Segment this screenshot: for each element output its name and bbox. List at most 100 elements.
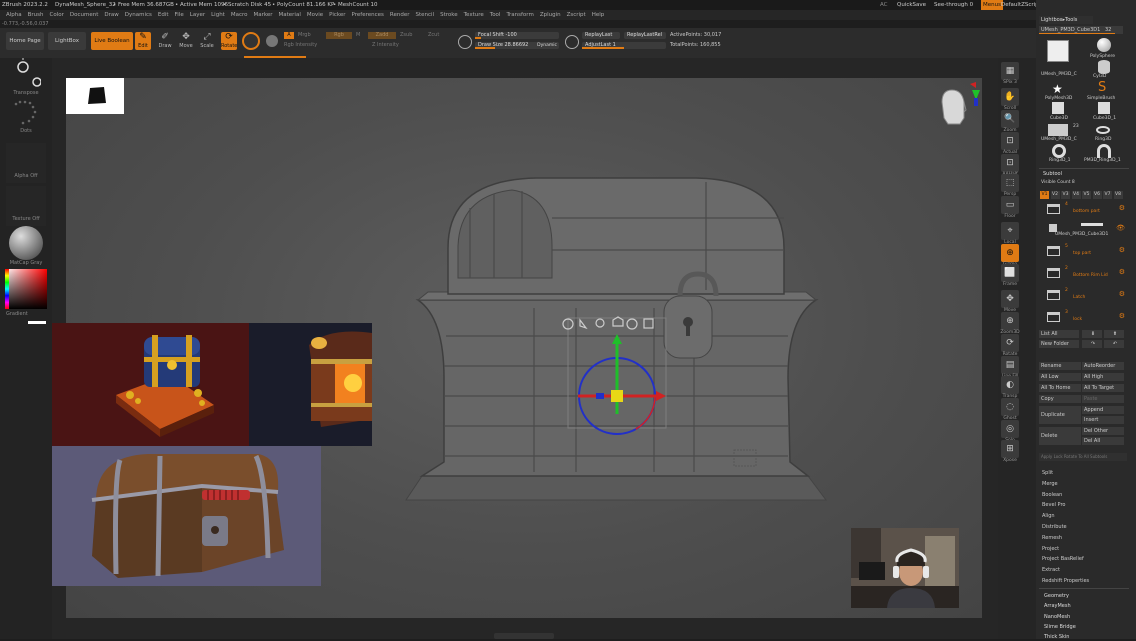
subtool-folder[interactable]: 3 lock ⚙ — [1043, 310, 1129, 326]
tool-thumb-umesh[interactable] — [1047, 40, 1069, 62]
spix-icon[interactable]: ▦ — [1001, 62, 1019, 80]
menu-item[interactable]: Layer — [190, 12, 205, 18]
del-other-button[interactable]: Del Other — [1082, 427, 1124, 435]
menu-item[interactable]: Texture — [464, 12, 484, 18]
subtool-tab[interactable]: V6 — [1092, 191, 1102, 199]
reference-image-1[interactable] — [52, 323, 249, 446]
scroll-icon[interactable]: ✋ — [1001, 88, 1019, 106]
subtool-folder[interactable]: 2 Latch ⚙ — [1043, 288, 1129, 304]
adjust-last-slider[interactable]: AdjustLast 1 — [582, 42, 666, 49]
menu-item[interactable]: Transform — [506, 12, 533, 18]
z-intensity-slider[interactable]: Z Intensity — [372, 41, 399, 49]
mrgb-toggle[interactable]: Mrgb — [298, 31, 311, 39]
duplicate-button[interactable]: Duplicate — [1039, 406, 1081, 424]
menu-item[interactable]: Document — [70, 12, 99, 18]
new-folder-button[interactable]: New Folder — [1039, 340, 1079, 348]
rgb-toggle[interactable]: Rgb — [326, 32, 352, 39]
current-tool-slider[interactable]: UMesh_PM3D_Cube3D1 32 — [1039, 26, 1123, 34]
subtool-menu-item[interactable]: Redshift Properties — [1042, 577, 1089, 585]
visible-count[interactable]: Visible Count 8 — [1041, 179, 1075, 187]
menu-item[interactable]: Draw — [104, 12, 118, 18]
aahalf-icon[interactable]: ⊡ — [1001, 154, 1019, 172]
zoom-icon[interactable]: 🔍 — [1001, 110, 1019, 128]
folder-settings-icon[interactable]: ⚙ — [1119, 204, 1125, 212]
subtool-tab[interactable]: V1 — [1040, 191, 1049, 199]
linefill-icon[interactable]: ▤ — [1001, 356, 1019, 374]
menu-item[interactable]: Help — [592, 12, 605, 18]
menu-item[interactable]: Light — [211, 12, 225, 18]
menu-item[interactable]: Brush — [28, 12, 44, 18]
menu-item[interactable]: Macro — [231, 12, 248, 18]
del-all-button[interactable]: Del All — [1082, 437, 1124, 445]
move-down-icon[interactable]: ↷ — [1082, 340, 1102, 348]
all-to-home-button[interactable]: All To Home — [1039, 384, 1081, 392]
frame-icon[interactable]: ⬜ — [1001, 264, 1019, 282]
menu-item[interactable]: Edit — [158, 12, 169, 18]
subtool-title[interactable]: Subtool — [1043, 170, 1062, 178]
subtool-menu-item[interactable]: Remesh — [1042, 534, 1062, 542]
menu-item[interactable]: Render — [390, 12, 410, 18]
rotate-button[interactable]: ⟳ Rotate — [221, 32, 237, 50]
cube3d-1-icon[interactable] — [1098, 102, 1110, 114]
transpose-button[interactable]: Transpose — [6, 58, 46, 96]
menu-item[interactable]: Color — [50, 12, 64, 18]
gradient-swatch[interactable] — [28, 321, 46, 324]
move-button[interactable]: ✥ Move — [178, 32, 194, 50]
subtool-menu-item[interactable]: Distribute — [1042, 523, 1067, 531]
geometry-menu-item[interactable]: ArrayMesh — [1044, 602, 1071, 610]
color-picker[interactable] — [5, 269, 47, 309]
move-up-icon[interactable]: ↶ — [1104, 340, 1124, 348]
apply-lock-rotate-button[interactable]: Apply Lock Rotate To All Subtools — [1039, 453, 1127, 461]
reference-image-2[interactable] — [249, 323, 372, 446]
folder-settings-icon[interactable]: ⚙ — [1119, 268, 1125, 276]
local-icon[interactable]: ⌖ — [1001, 222, 1019, 240]
menu-item[interactable]: Stencil — [415, 12, 434, 18]
subtool-menu-item[interactable]: Merge — [1042, 480, 1058, 488]
ring3d-1-icon[interactable] — [1052, 144, 1066, 158]
floor-icon[interactable]: ▭ — [1001, 196, 1019, 214]
cylinder-icon[interactable] — [1098, 60, 1110, 74]
delete-button[interactable]: Delete — [1039, 427, 1081, 445]
geometry-menu-item[interactable]: NanoMesh — [1044, 613, 1070, 621]
solo-icon[interactable]: ◎ — [1001, 420, 1019, 438]
material-button[interactable]: MatCap Gray — [6, 226, 46, 268]
all-high-button[interactable]: All High — [1082, 373, 1124, 381]
menu-item[interactable]: Zscript — [567, 12, 586, 18]
default-zscript[interactable]: DefaultZScript — [1001, 0, 1041, 10]
material-sphere-icon[interactable] — [266, 35, 278, 47]
menus-button[interactable]: Menus — [981, 0, 1003, 10]
list-all-button[interactable]: List All — [1039, 330, 1079, 338]
focal-shift-slider[interactable]: Focal Shift -100 — [475, 32, 559, 39]
subtool-tab[interactable]: V8 — [1113, 191, 1123, 199]
folder-settings-icon[interactable]: ⚙ — [1119, 246, 1125, 254]
texture-button[interactable]: Texture Off — [6, 186, 46, 226]
subtool-menu-item[interactable]: Project — [1042, 545, 1059, 553]
move-icon[interactable]: ✥ — [1001, 290, 1019, 308]
gizmo-icon[interactable]: ⊕ — [1001, 244, 1019, 262]
menu-item[interactable]: Dynamics — [125, 12, 152, 18]
actual-icon[interactable]: ⊡ — [1001, 132, 1019, 150]
subtool-tab[interactable]: V3 — [1061, 191, 1070, 199]
arrow-down-icon[interactable]: ⬇ — [1082, 330, 1102, 338]
menu-item[interactable]: Material — [279, 12, 301, 18]
draw-size-slider[interactable]: Draw Size 28.86692 Dynamic — [475, 42, 559, 49]
menu-item[interactable]: Zplugin — [540, 12, 561, 18]
pm3d-ring-icon[interactable] — [1097, 144, 1111, 158]
menu-item[interactable]: Preferences — [352, 12, 384, 18]
quicksave-button[interactable]: QuickSave — [897, 0, 926, 10]
a-toggle[interactable]: A — [284, 32, 294, 39]
zcut-toggle[interactable]: Zcut — [428, 31, 439, 39]
dynamic-toggle[interactable]: Dynamic — [537, 42, 557, 49]
insert-button[interactable]: Insert — [1082, 416, 1124, 424]
eye-icon[interactable]: 👁 — [1116, 224, 1125, 232]
menu-item[interactable]: Tool — [490, 12, 501, 18]
tool-thumb-umesh-2[interactable] — [1048, 124, 1068, 136]
zadd-toggle[interactable]: Zadd — [368, 32, 396, 39]
geometry-menu-item[interactable]: Slime Bridge — [1044, 623, 1076, 631]
append-button[interactable]: Append — [1082, 406, 1124, 414]
geometry-menu-item[interactable]: Geometry — [1044, 592, 1069, 600]
home-page-button[interactable]: Home Page — [6, 32, 44, 50]
subtool-folder[interactable]: UMesh_PM3D_Cube3D1 👁 — [1043, 222, 1129, 238]
hue-strip[interactable] — [5, 269, 9, 309]
subtool-menu-item[interactable]: Extract — [1042, 566, 1060, 574]
